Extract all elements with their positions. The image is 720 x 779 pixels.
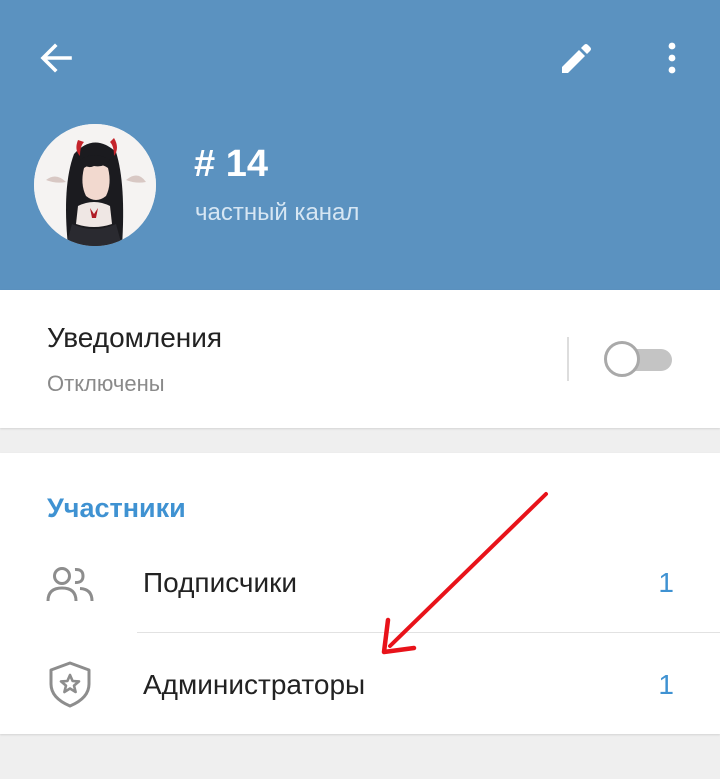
- more-vertical-icon: [668, 42, 676, 74]
- notifications-status: Отключены: [47, 371, 165, 396]
- channel-title: # 14: [194, 143, 268, 185]
- channel-type: частный канал: [195, 199, 360, 226]
- back-button[interactable]: [30, 34, 82, 82]
- back-arrow-icon: [40, 43, 72, 73]
- administrators-count: 1: [658, 669, 674, 700]
- notifications-label: Уведомления: [47, 322, 223, 353]
- members-section-title: Участники: [47, 493, 186, 523]
- admin-shield-icon: [44, 661, 96, 708]
- subscribers-count: 1: [658, 567, 674, 598]
- users-icon: [44, 562, 96, 606]
- subscribers-row[interactable]: Подписчики: [143, 567, 297, 599]
- channel-avatar[interactable]: [34, 124, 156, 246]
- edit-button[interactable]: [550, 34, 602, 82]
- channel-header: # 14 частный канал: [0, 0, 720, 290]
- notifications-toggle[interactable]: [604, 340, 672, 378]
- vertical-divider: [567, 337, 569, 381]
- administrators-row[interactable]: Администраторы: [143, 669, 365, 701]
- more-options-button[interactable]: [646, 34, 698, 82]
- pencil-icon: [562, 44, 591, 73]
- toggle-knob: [604, 341, 640, 377]
- anime-girl-avatar-image: [34, 124, 156, 246]
- row-divider: [137, 632, 720, 633]
